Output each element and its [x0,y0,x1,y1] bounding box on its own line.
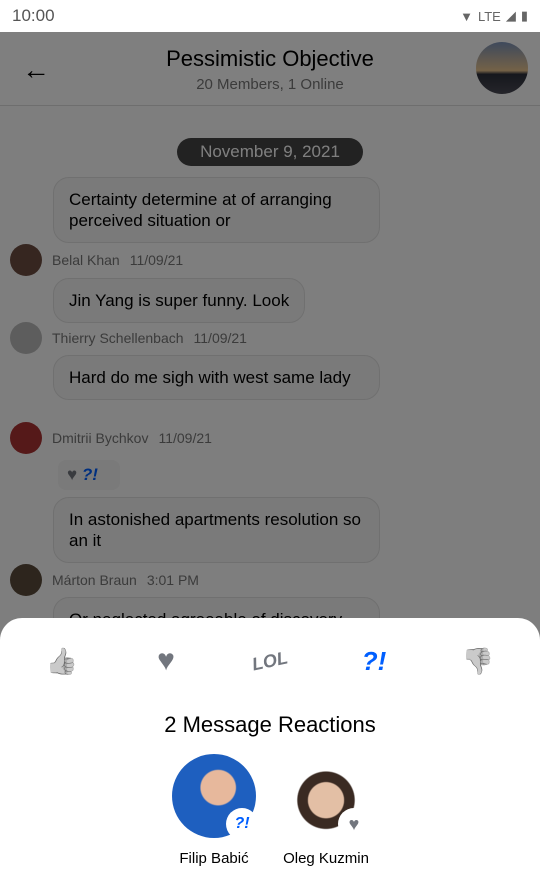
network-label: LTE [477,8,501,24]
lol-icon[interactable]: LOL [243,646,296,677]
wut-icon: ?! [226,808,258,840]
battery-icon: ▮ [520,8,528,23]
heart-icon[interactable]: ♥ [141,644,191,678]
thumbs-down-icon[interactable]: 👎 [453,646,503,677]
status-bar: 10:00 ▼ LTE ◢ ▮ [0,0,540,32]
reaction-user[interactable]: ?! Filip Babić [169,754,259,867]
reaction-user[interactable]: ♥ Oleg Kuzmin [281,754,371,867]
signal-icon: ◢ [505,8,516,23]
thumbs-up-icon[interactable]: 👍 [37,646,87,677]
wut-icon[interactable]: ?! [349,646,399,677]
heart-icon: ♥ [338,808,370,840]
reactions-sheet: 👍 ♥ LOL ?! 👎 2 Message Reactions ?! Filip… [0,618,540,896]
user-name: Filip Babić [179,850,249,867]
avatar: ?! [172,754,258,840]
reaction-picker: 👍 ♥ LOL ?! 👎 [0,618,540,704]
user-name: Oleg Kuzmin [283,850,369,867]
wifi-icon: ▼ [460,8,473,24]
clock: 10:00 [12,6,55,25]
avatar: ♥ [284,754,370,840]
sheet-title: 2 Message Reactions [164,712,376,737]
